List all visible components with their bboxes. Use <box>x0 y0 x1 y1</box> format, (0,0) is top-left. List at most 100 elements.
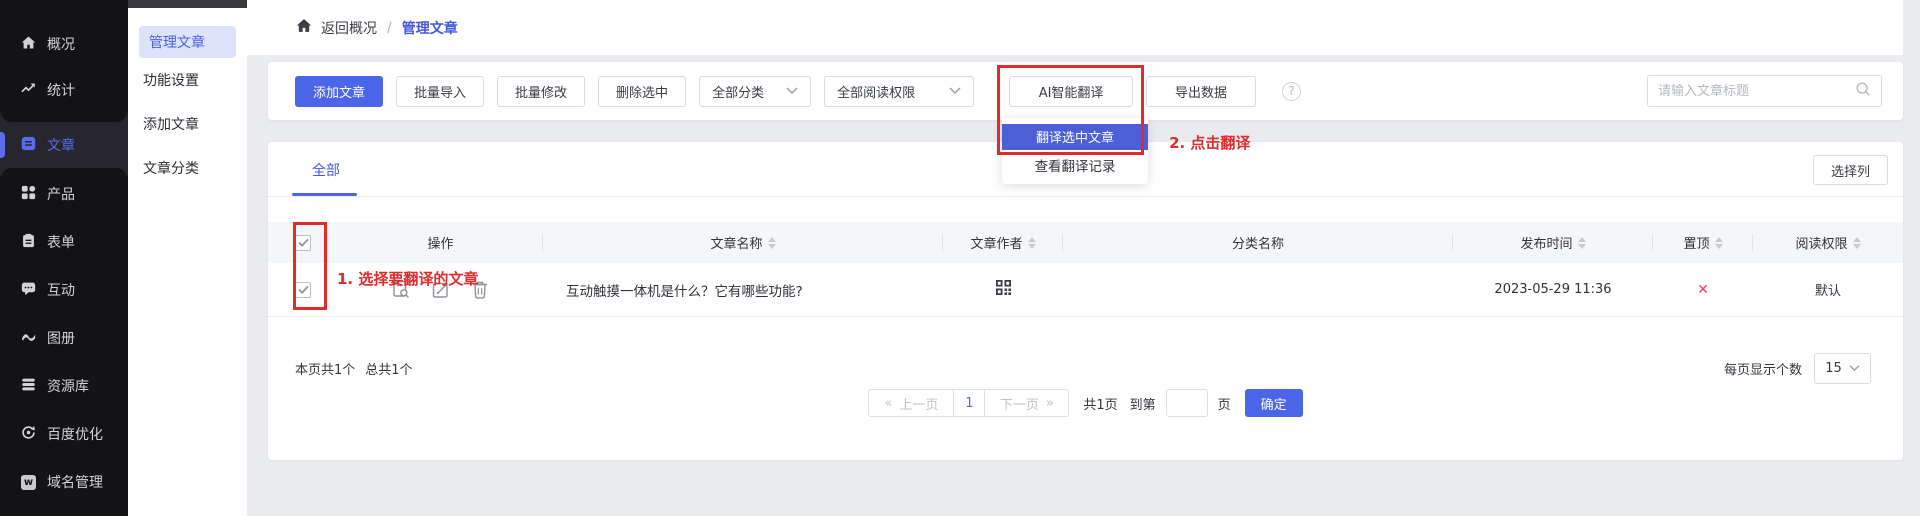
grid-icon <box>21 185 36 204</box>
search-icon[interactable] <box>1855 81 1871 101</box>
sidebar-item-products[interactable]: 产品 <box>0 170 128 218</box>
sort-icon[interactable] <box>1027 236 1036 249</box>
sort-icon[interactable] <box>1577 236 1586 249</box>
sidebar-item-resources[interactable]: 资源库 <box>0 362 128 410</box>
clipboard-icon <box>21 233 36 252</box>
export-data-button[interactable]: 导出数据 <box>1146 75 1257 107</box>
sidebar-item-label: 资源库 <box>47 379 89 395</box>
total-pages-label: 共1页 <box>1083 397 1118 413</box>
article-management-page: 概况 统计 文章 产品 表单 互动 图册 资源库 百度优化 w 域名管理 管理文… <box>0 0 1920 516</box>
sidebar-item-baidu-seo[interactable]: 百度优化 <box>0 410 128 458</box>
chevron-down-icon <box>949 84 961 99</box>
primary-sidebar: 概况 统计 文章 产品 表单 互动 图册 资源库 百度优化 w 域名管理 <box>0 0 128 516</box>
refresh-circle-icon <box>21 425 36 444</box>
article-table-card: 全部 选择列 操作 文章名称 文章作者 分类名称 发布时间 置顶 阅读权限 互动… <box>268 142 1903 460</box>
submenu-item-manage-articles[interactable]: 管理文章 <box>139 26 236 58</box>
table-header-row: 操作 文章名称 文章作者 分类名称 发布时间 置顶 阅读权限 <box>268 222 1903 263</box>
header-pinned[interactable]: 置顶 <box>1653 222 1753 263</box>
document-icon <box>21 136 36 155</box>
table-footer-summary: 本页共1个 总共1个 每页显示个数 15 <box>268 352 1903 384</box>
header-author[interactable]: 文章作者 <box>943 222 1063 263</box>
annotation-step2-label: 2. 点击翻译 <box>1169 133 1251 152</box>
sidebar-item-label: 产品 <box>47 187 75 203</box>
submenu-item-add-article[interactable]: 添加文章 <box>128 102 247 146</box>
bulk-import-button[interactable]: 批量导入 <box>396 75 485 107</box>
chat-icon <box>21 281 36 300</box>
sidebar-item-label: 统计 <box>47 83 75 99</box>
help-icon[interactable]: ? <box>1282 81 1302 101</box>
home-icon <box>21 35 36 54</box>
home-icon <box>296 18 312 37</box>
choose-columns-button[interactable]: 选择列 <box>1812 155 1888 185</box>
chevron-down-icon <box>1849 361 1860 376</box>
sidebar-item-label: 互动 <box>47 283 75 299</box>
page-count: 本页共1个 <box>295 362 356 378</box>
delete-selected-button[interactable]: 删除选中 <box>598 75 687 107</box>
article-title[interactable]: 互动触摸一体机是什么？它有哪些功能? <box>543 263 943 316</box>
annotation-step1-label: 1. 选择要翻译的文章 <box>337 270 479 288</box>
table-row: 互动触摸一体机是什么？它有哪些功能? 2023-05-29 11:36 ✕ 默认 <box>268 263 1903 317</box>
active-tab-underline <box>292 193 357 196</box>
sidebar-item-domains[interactable]: w 域名管理 <box>0 458 128 506</box>
sidebar-item-forms[interactable]: 表单 <box>0 218 128 266</box>
page-number-1[interactable]: 1 <box>953 389 986 417</box>
double-chevron-right-icon: » <box>1045 395 1054 411</box>
header-read-permission[interactable]: 阅读权限 <box>1753 222 1903 263</box>
sort-icon[interactable] <box>1852 236 1861 249</box>
row-checkbox[interactable] <box>295 281 311 298</box>
total-count: 总共1个 <box>365 362 413 378</box>
category-filter-select[interactable]: 全部分类 <box>699 75 812 107</box>
sidebar-item-interaction[interactable]: 互动 <box>0 266 128 314</box>
pagination: « 上一页 1 下一页 » 共1页 到第 页 确定 <box>268 389 1903 417</box>
sort-icon[interactable] <box>767 236 776 249</box>
publish-time: 2023-05-29 11:36 <box>1494 282 1612 297</box>
sidebar-item-albums[interactable]: 图册 <box>0 314 128 362</box>
next-page-button[interactable]: 下一页 » <box>984 389 1070 417</box>
chart-icon <box>21 81 36 100</box>
prev-page-button[interactable]: « 上一页 <box>868 389 955 417</box>
per-page-label: 每页显示个数 <box>1723 362 1802 378</box>
ai-translate-group: AI智能翻译 翻译选中文章 查看翻译记录 2. 点击翻译 <box>997 64 1250 184</box>
select-all-checkbox[interactable] <box>295 234 311 251</box>
ai-translate-dropdown: 翻译选中文章 查看翻译记录 <box>1002 117 1149 184</box>
submenu-item-article-categories[interactable]: 文章分类 <box>128 146 247 190</box>
sidebar-item-label: 表单 <box>47 235 75 251</box>
pinned-cross-icon[interactable]: ✕ <box>1697 282 1709 298</box>
sidebar-item-label: 域名管理 <box>47 475 103 491</box>
tab-all[interactable]: 全部 <box>312 142 340 197</box>
sidebar-item-label: 概况 <box>47 37 75 53</box>
submenu-item-feature-settings[interactable]: 功能设置 <box>128 58 247 102</box>
breadcrumb-separator: / <box>387 19 392 36</box>
confirm-button[interactable]: 确定 <box>1244 389 1303 417</box>
bulk-edit-button[interactable]: 批量修改 <box>497 75 586 107</box>
per-page-select[interactable]: 15 <box>1814 352 1871 384</box>
search-input[interactable] <box>1658 83 1855 99</box>
sidebar-item-statistics[interactable]: 统计 <box>0 67 128 113</box>
breadcrumb-current: 管理文章 <box>401 20 458 37</box>
database-icon <box>21 377 36 396</box>
sidebar-item-overview[interactable]: 概况 <box>0 21 128 67</box>
sidebar-item-label: 图册 <box>47 331 75 347</box>
menu-item-translate-selected[interactable]: 翻译选中文章 <box>1002 123 1149 150</box>
header-checkbox-cell <box>268 222 338 263</box>
read-permission-filter-select[interactable]: 全部阅读权限 <box>824 75 975 107</box>
goto-page-input[interactable] <box>1165 389 1208 417</box>
header-article-title[interactable]: 文章名称 <box>543 222 943 263</box>
breadcrumb-back-link[interactable]: 返回概况 <box>321 18 377 38</box>
goto-page-unit: 页 <box>1217 397 1231 413</box>
article-search-box <box>1647 75 1882 107</box>
ai-translate-button[interactable]: AI智能翻译 <box>1009 75 1134 107</box>
sort-icon[interactable] <box>1714 236 1723 249</box>
sidebar-top-block: 概况 统计 <box>0 0 128 122</box>
menu-item-view-translation-records[interactable]: 查看翻译记录 <box>1002 149 1149 180</box>
add-article-button[interactable]: 添加文章 <box>295 75 384 107</box>
article-category <box>1063 263 1453 316</box>
image-icon <box>21 329 36 348</box>
double-chevron-left-icon: « <box>884 395 893 411</box>
sidebar-item-articles[interactable]: 文章 <box>0 122 128 168</box>
sidebar-item-label: 文章 <box>47 138 75 154</box>
sidebar-item-label: 百度优化 <box>47 427 103 443</box>
read-permission-value: 默认 <box>1814 284 1841 299</box>
author-qrcode-icon[interactable] <box>995 279 1012 300</box>
header-publish-time[interactable]: 发布时间 <box>1453 222 1653 263</box>
